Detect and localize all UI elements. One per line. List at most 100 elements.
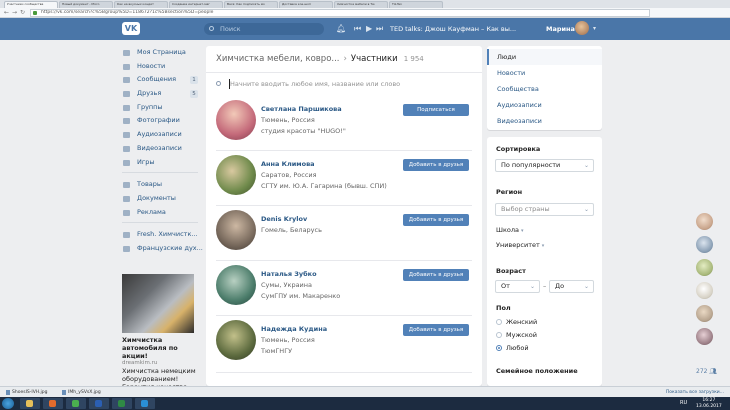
sort-value: По популярности [501, 161, 561, 169]
ad-image[interactable] [122, 274, 194, 333]
sidebar-item-groups[interactable]: Группы [122, 101, 202, 115]
sidebar-item-games[interactable]: Игры [122, 156, 202, 170]
add-friend-button[interactable]: Добавить в друзья [403, 159, 469, 171]
member-search-input[interactable]: Начните вводить любое имя, название или … [214, 77, 476, 91]
search-icon [209, 26, 214, 31]
friends-count-value: 272 [696, 368, 708, 375]
sidebar-item-docs[interactable]: Документы [122, 192, 202, 206]
sidebar-item-audio[interactable]: Аудиозаписи [122, 128, 202, 142]
avatar[interactable] [216, 210, 256, 250]
sex-option-any[interactable]: Любой [496, 344, 529, 352]
sidebar-item-label: Аудиозаписи [137, 130, 182, 139]
avatar[interactable] [696, 282, 713, 299]
browser-tab[interactable]: Новый документ - Micro [59, 1, 113, 8]
sort-select[interactable]: По популярности ⌄ [495, 159, 594, 172]
taskbar-app-excel[interactable] [112, 398, 132, 409]
sidebar-item-ads[interactable]: Реклама [122, 206, 202, 220]
downloads-bar: ShoesIS-IVH.jpg IMh_ySVsX.jpg Показать в… [0, 386, 730, 397]
start-button[interactable] [2, 398, 14, 409]
avatar[interactable] [575, 21, 589, 35]
taskbar-app-media[interactable] [43, 398, 63, 409]
avatar[interactable] [696, 259, 713, 276]
url-field[interactable]: https://vk.com/search?c%5Bgroup%5D=11867… [30, 9, 650, 17]
browser-tab[interactable]: Участники сообщества [4, 1, 58, 8]
country-select[interactable]: Выбор страны ⌄ [495, 203, 594, 216]
browser-tab[interactable]: Химчистка мебели в Тю [334, 1, 388, 8]
chevron-down-icon[interactable]: ▾ [593, 23, 596, 35]
download-item[interactable]: ShoesIS-IVH.jpg [6, 389, 48, 396]
language-indicator[interactable]: RU [680, 400, 687, 406]
browser-tab[interactable]: Вася: Как подписать мо [224, 1, 278, 8]
site-search-input[interactable]: Поиск [204, 23, 324, 35]
avatar[interactable] [696, 305, 713, 322]
add-friend-button[interactable]: Добавить в друзья [403, 269, 469, 281]
ad-title[interactable]: Химчистка автомобиля по акции! [122, 336, 197, 360]
sidebar-ad[interactable]: Химчистка автомобиля по акции! dreamkim.… [122, 274, 197, 399]
sex-option-female[interactable]: Женский [496, 318, 537, 326]
avatar[interactable] [216, 155, 256, 195]
tab-video[interactable]: Видеозаписи [487, 113, 602, 129]
prev-track-icon[interactable]: ⏮︎ [354, 23, 361, 35]
avatar[interactable] [696, 213, 713, 230]
member-name[interactable]: Надежда Кудина [261, 325, 327, 333]
browser-tab[interactable]: Доставка кое-шоп [279, 1, 333, 8]
browser-tab[interactable]: Как на вкусных кондит [114, 1, 168, 8]
browser-tab[interactable]: Tiz-Ten [389, 1, 443, 8]
play-icon[interactable]: ▶ [366, 23, 372, 35]
sidebar-item-messages[interactable]: Сообщения 1 [122, 73, 202, 87]
school-filter-toggle[interactable]: Школа ▾ [496, 226, 524, 234]
next-track-icon[interactable]: ⏭︎ [376, 23, 383, 35]
sidebar-item-community-fresh[interactable]: Fresh. Химчистк... [122, 228, 202, 242]
avatar[interactable] [216, 100, 256, 140]
vk-logo[interactable]: VK [122, 22, 140, 35]
taskbar-app-photoshop[interactable] [135, 398, 155, 409]
player-track-title[interactable]: TED talks: Джош Кауфман – Как вы... [390, 23, 516, 35]
age-from-select[interactable]: От ⌄ [495, 280, 540, 293]
friends-online-count[interactable]: 272 👥︎ [696, 368, 717, 375]
breadcrumb-group-link[interactable]: Химчистка мебели, ковро... [216, 54, 340, 64]
reload-icon[interactable]: ↻ [20, 9, 25, 17]
radio-button[interactable] [496, 332, 502, 338]
sidebar-item-my-page[interactable]: Моя Страница [122, 46, 202, 60]
browser-tab[interactable]: Создание интернет-маг [169, 1, 223, 8]
member-name[interactable]: Анна Климова [261, 160, 315, 168]
user-name[interactable]: Марина [546, 23, 575, 35]
university-filter-toggle[interactable]: Университет ▾ [496, 241, 544, 249]
tab-news[interactable]: Новости [487, 65, 602, 81]
sidebar-item-community-perfume[interactable]: Французские дух... [122, 242, 203, 256]
download-item[interactable]: IMh_ySVsX.jpg [62, 389, 101, 396]
sidebar-item-video[interactable]: Видеозаписи [122, 142, 202, 156]
member-name[interactable]: Светлана Паршикова [261, 105, 342, 113]
bell-icon[interactable]: 🔔︎ [336, 23, 346, 35]
taskbar-app-browser[interactable] [66, 398, 86, 409]
back-icon[interactable]: ← [4, 9, 9, 17]
sidebar-item-news[interactable]: Новости [122, 60, 202, 74]
avatar[interactable] [696, 328, 713, 345]
tab-people[interactable]: Люди [487, 49, 602, 65]
avatar[interactable] [696, 236, 713, 253]
add-friend-button[interactable]: Добавить в друзья [403, 324, 469, 336]
breadcrumb: Химчистка мебели, ковро... › Участники 1 95… [216, 54, 424, 64]
subscribe-button[interactable]: Подписаться [403, 104, 469, 116]
search-icon [216, 81, 221, 86]
sex-option-male[interactable]: Мужской [496, 331, 537, 339]
tab-communities[interactable]: Сообщества [487, 81, 602, 97]
member-name[interactable]: Denis Krylov [261, 215, 307, 223]
add-friend-button[interactable]: Добавить в друзья [403, 214, 469, 226]
member-name[interactable]: Наталья Зубко [261, 270, 317, 278]
radio-button[interactable] [496, 345, 502, 351]
system-clock[interactable]: 16:27 13.06.2017 [696, 398, 722, 409]
taskbar-app-word[interactable] [89, 398, 109, 409]
forward-icon[interactable]: → [12, 9, 17, 17]
avatar[interactable] [216, 265, 256, 305]
sidebar-item-friends[interactable]: Друзья 5 [122, 87, 202, 101]
sidebar-item-photos[interactable]: Фотографии [122, 114, 202, 128]
show-all-downloads-link[interactable]: Показать все загрузки... [666, 389, 724, 396]
radio-button[interactable] [496, 319, 502, 325]
tab-audio[interactable]: Аудиозаписи [487, 97, 602, 113]
sidebar-item-market[interactable]: Товары [122, 178, 202, 192]
avatar[interactable] [216, 320, 256, 360]
taskbar-app-explorer[interactable] [20, 398, 40, 409]
chevron-down-icon: ▾ [541, 243, 545, 249]
age-to-select[interactable]: До ⌄ [549, 280, 594, 293]
